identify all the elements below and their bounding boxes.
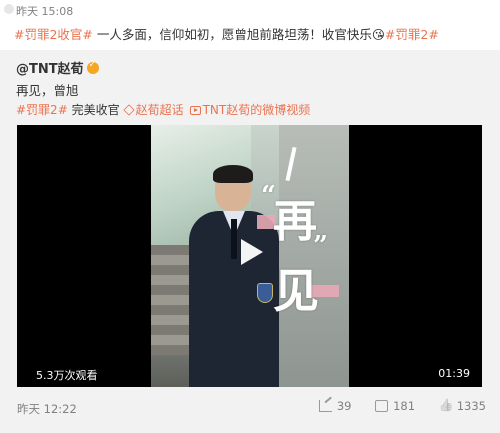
- comment-icon: [375, 400, 389, 412]
- avatar[interactable]: [4, 4, 14, 14]
- comment-button[interactable]: 181: [375, 399, 415, 413]
- verified-icon: [86, 60, 99, 74]
- like-icon: [439, 400, 452, 412]
- post-body-text: 一人多面，信仰如初，愿曾旭前路坦荡！收官快乐: [92, 27, 372, 42]
- top-meta-bar: 昨天 15:08: [0, 0, 500, 20]
- calligraphy-overlay: “ 再 ” 见: [261, 181, 335, 325]
- video-link[interactable]: TNT赵荀的微博视频: [203, 103, 311, 117]
- repost-time[interactable]: 昨天 12:22: [17, 401, 77, 417]
- like-button[interactable]: 1335: [439, 399, 486, 413]
- hashtag-link[interactable]: #罚罪2#: [16, 103, 68, 117]
- video-link-icon: [189, 106, 201, 115]
- post-content: #罚罪2收官# 一人多面，信仰如初，愿曾旭前路坦荡！收官快乐😘#罚罪2#: [14, 26, 492, 43]
- share-button[interactable]: 39: [318, 399, 352, 413]
- repost-text-line: #罚罪2# 完美收官 赵荀超话 TNT赵荀的微博视频: [16, 101, 310, 118]
- play-icon[interactable]: [241, 239, 263, 265]
- tie: [231, 219, 237, 259]
- video-player[interactable]: “ 再 ” 见 5.3万次观看 01:39: [17, 125, 482, 387]
- video-duration: 01:39: [438, 367, 470, 380]
- hashtag-link[interactable]: #罚罪2收官#: [14, 27, 93, 42]
- emoji: 😘: [371, 27, 385, 42]
- calligraphy-char: 见: [273, 264, 319, 318]
- super-topic-icon: [122, 104, 135, 116]
- post-time[interactable]: 昨天 15:08: [16, 3, 73, 19]
- like-count: 1335: [456, 399, 486, 413]
- super-topic-link[interactable]: 赵荀超话: [136, 103, 184, 117]
- share-count: 39: [336, 399, 352, 413]
- repost-text: 再见，曾旭: [16, 83, 79, 98]
- action-bar: 39 181 1335: [299, 399, 486, 413]
- repost-author[interactable]: @TNT赵荀: [16, 58, 99, 77]
- comment-count: 181: [393, 399, 416, 413]
- author-name[interactable]: @TNT赵荀: [16, 62, 84, 77]
- share-icon: [318, 400, 332, 412]
- view-count: 5.3万次观看: [36, 369, 98, 382]
- calligraphy-char: 再: [273, 196, 317, 247]
- hashtag-link[interactable]: #罚罪2#: [385, 27, 439, 42]
- hair: [213, 165, 253, 183]
- repost-body-text: 完美收官: [67, 103, 120, 117]
